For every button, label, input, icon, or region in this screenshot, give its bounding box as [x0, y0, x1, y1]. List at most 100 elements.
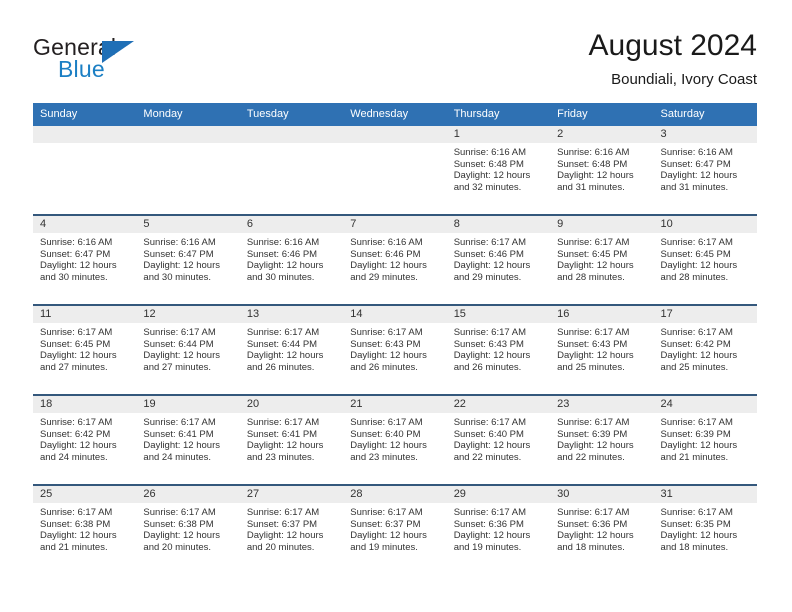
day-detail-line: Daylight: 12 hours — [453, 260, 531, 272]
day-number: 16 — [550, 306, 654, 323]
day-detail: Sunrise: 6:16 AM Sunset: 6:48 PM Daylight:… — [550, 143, 653, 193]
day-detail-line: and 21 minutes. — [660, 451, 729, 463]
triangle-flag-icon — [102, 41, 134, 63]
calendar-day-cell[interactable]: 19 Sunrise: 6:17 AM Sunset: 6:41 PM Dayligh… — [136, 394, 240, 485]
calendar-day-cell[interactable]: 25 Sunrise: 6:17 AM Sunset: 6:38 PM Dayligh… — [33, 484, 137, 574]
day-detail-line: Sunrise: 6:17 AM — [350, 417, 423, 428]
day-detail-line: Sunrise: 6:17 AM — [660, 507, 733, 518]
day-cell-inner: 5 Sunrise: 6:16 AM Sunset: 6:47 PM Daylight… — [136, 216, 240, 304]
day-detail-line: Sunset: 6:42 PM — [40, 428, 111, 440]
day-cell-inner: 30 Sunrise: 6:17 AM Sunset: 6:36 PM Dayligh… — [550, 486, 654, 574]
day-detail-line: Daylight: 12 hours — [143, 350, 220, 362]
calendar-day-cell[interactable]: 4 Sunrise: 6:16 AM Sunset: 6:47 PM Daylight… — [33, 214, 137, 305]
day-detail-line: and 30 minutes. — [143, 271, 212, 283]
day-detail-line: Sunrise: 6:17 AM — [143, 327, 216, 338]
day-number: 22 — [446, 396, 551, 413]
calendar-day-cell[interactable]: 3 Sunrise: 6:16 AM Sunset: 6:47 PM Daylight… — [653, 126, 757, 215]
day-number: 3 — [653, 126, 757, 143]
calendar-day-cell[interactable]: 28 Sunrise: 6:17 AM Sunset: 6:37 PM Dayligh… — [343, 484, 447, 574]
day-detail-line: Sunset: 6:46 PM — [453, 248, 524, 260]
day-detail: Sunrise: 6:17 AM Sunset: 6:40 PM Daylight:… — [447, 413, 550, 463]
day-detail-line: Sunrise: 6:17 AM — [557, 237, 630, 248]
calendar-day-cell[interactable]: 14 Sunrise: 6:17 AM Sunset: 6:43 PM Dayligh… — [343, 304, 447, 395]
day-detail-line: and 27 minutes. — [40, 361, 108, 373]
calendar-day-cell[interactable]: 23 Sunrise: 6:17 AM Sunset: 6:39 PM Dayligh… — [550, 394, 654, 485]
calendar-day-cell[interactable]: 17 Sunrise: 6:17 AM Sunset: 6:42 PM Dayligh… — [653, 304, 757, 395]
day-number: 13 — [239, 306, 344, 323]
calendar-day-cell[interactable]: 22 Sunrise: 6:17 AM Sunset: 6:40 PM Dayligh… — [446, 394, 551, 485]
sunrise-sunset-calendar: Sunday Monday Tuesday Wednesday Thursday Frid… — [33, 103, 757, 574]
calendar-day-cell[interactable]: 13 Sunrise: 6:17 AM Sunset: 6:44 PM Dayligh… — [239, 304, 344, 395]
calendar-day-cell[interactable]: 26 Sunrise: 6:17 AM Sunset: 6:38 PM Dayligh… — [136, 484, 240, 574]
day-detail: Sunrise: 6:17 AM Sunset: 6:36 PM Daylight:… — [447, 503, 550, 553]
calendar-day-cell[interactable]: 24 Sunrise: 6:17 AM Sunset: 6:39 PM Dayligh… — [653, 394, 757, 485]
day-detail — [33, 143, 136, 147]
calendar-day-cell[interactable]: 8 Sunrise: 6:17 AM Sunset: 6:46 PM Daylight… — [446, 214, 551, 305]
day-cell-inner: 23 Sunrise: 6:17 AM Sunset: 6:39 PM Dayligh… — [550, 396, 654, 484]
day-detail: Sunrise: 6:17 AM Sunset: 6:42 PM Daylight:… — [654, 323, 757, 373]
day-detail-line: and 29 minutes. — [453, 271, 522, 283]
weekday-header-sunday: Sunday — [33, 103, 137, 126]
calendar-day-cell[interactable]: 15 Sunrise: 6:17 AM Sunset: 6:43 PM Dayligh… — [446, 304, 551, 395]
calendar-day-cell[interactable]: 21 Sunrise: 6:17 AM Sunset: 6:40 PM Dayligh… — [343, 394, 447, 485]
calendar-day-cell[interactable]: 1 Sunrise: 6:16 AM Sunset: 6:48 PM Daylight… — [446, 126, 551, 215]
day-cell-inner: 31 Sunrise: 6:17 AM Sunset: 6:35 PM Dayligh… — [653, 486, 757, 574]
calendar-day-cell[interactable]: 12 Sunrise: 6:17 AM Sunset: 6:44 PM Dayligh… — [136, 304, 240, 395]
day-cell-inner: 3 Sunrise: 6:16 AM Sunset: 6:47 PM Daylight… — [653, 126, 757, 214]
day-detail-line: Daylight: 12 hours — [350, 530, 427, 542]
day-cell-inner: 27 Sunrise: 6:17 AM Sunset: 6:37 PM Dayligh… — [239, 486, 344, 574]
day-detail-line: and 28 minutes. — [557, 271, 625, 283]
day-detail: Sunrise: 6:17 AM Sunset: 6:38 PM Daylight:… — [33, 503, 136, 553]
day-cell-inner: 9 Sunrise: 6:17 AM Sunset: 6:45 PM Daylight… — [550, 216, 654, 304]
weekday-header-friday: Friday — [550, 103, 654, 126]
day-detail-line: Sunrise: 6:17 AM — [453, 327, 527, 338]
day-detail-line: and 21 minutes. — [40, 541, 108, 553]
calendar-day-cell[interactable]: 20 Sunrise: 6:17 AM Sunset: 6:41 PM Dayligh… — [239, 394, 344, 485]
general-blue-logo[interactable]: General Blue — [33, 34, 253, 90]
calendar-page: General Blue August 2024 Boundiali, Ivor… — [0, 0, 792, 612]
day-detail-line: and 29 minutes. — [350, 271, 418, 283]
day-detail-line: Sunrise: 6:17 AM — [40, 417, 113, 428]
calendar-day-cell[interactable]: 29 Sunrise: 6:17 AM Sunset: 6:36 PM Dayligh… — [446, 484, 551, 574]
day-detail-line: Sunset: 6:41 PM — [143, 428, 214, 440]
day-detail: Sunrise: 6:16 AM Sunset: 6:48 PM Daylight:… — [447, 143, 550, 193]
calendar-day-cell[interactable]: 16 Sunrise: 6:17 AM Sunset: 6:43 PM Dayligh… — [550, 304, 654, 395]
calendar-day-cell[interactable]: 30 Sunrise: 6:17 AM Sunset: 6:36 PM Dayligh… — [550, 484, 654, 574]
day-detail-line: Daylight: 12 hours — [350, 350, 427, 362]
calendar-day-cell[interactable]: 18 Sunrise: 6:17 AM Sunset: 6:42 PM Dayligh… — [33, 394, 137, 485]
day-number — [33, 126, 137, 143]
day-detail-line: Daylight: 12 hours — [557, 440, 634, 452]
day-cell-inner: 1 Sunrise: 6:16 AM Sunset: 6:48 PM Daylight… — [446, 126, 551, 214]
calendar-day-cell[interactable]: 7 Sunrise: 6:16 AM Sunset: 6:46 PM Daylight… — [343, 214, 447, 305]
calendar-day-cell[interactable]: 2 Sunrise: 6:16 AM Sunset: 6:48 PM Daylight… — [550, 126, 654, 215]
day-detail-line: Sunrise: 6:17 AM — [557, 417, 630, 428]
day-detail-line: Sunrise: 6:17 AM — [246, 507, 320, 518]
calendar-day-cell[interactable]: 5 Sunrise: 6:16 AM Sunset: 6:47 PM Daylight… — [136, 214, 240, 305]
day-detail-line: Sunrise: 6:17 AM — [40, 327, 113, 338]
day-detail-line: Sunset: 6:39 PM — [660, 428, 731, 440]
calendar-day-cell[interactable]: 9 Sunrise: 6:17 AM Sunset: 6:45 PM Daylight… — [550, 214, 654, 305]
day-detail-line: and 20 minutes. — [143, 541, 212, 553]
day-detail: Sunrise: 6:17 AM Sunset: 6:35 PM Daylight:… — [654, 503, 757, 553]
day-detail-line: Daylight: 12 hours — [660, 350, 738, 362]
day-number: 5 — [136, 216, 240, 233]
day-number: 20 — [239, 396, 344, 413]
day-detail-line: and 24 minutes. — [40, 451, 108, 463]
calendar-day-cell[interactable]: 31 Sunrise: 6:17 AM Sunset: 6:35 PM Dayligh… — [653, 484, 757, 574]
day-detail: Sunrise: 6:17 AM Sunset: 6:46 PM Daylight:… — [447, 233, 550, 283]
day-number: 1 — [446, 126, 551, 143]
day-detail-line: Sunrise: 6:16 AM — [557, 147, 630, 158]
calendar-day-cell[interactable]: 10 Sunrise: 6:17 AM Sunset: 6:45 PM Dayligh… — [653, 214, 757, 305]
day-number: 19 — [136, 396, 240, 413]
calendar-day-cell[interactable]: 11 Sunrise: 6:17 AM Sunset: 6:45 PM Dayligh… — [33, 304, 137, 395]
day-detail-line: and 18 minutes. — [660, 541, 729, 553]
day-detail-line: Sunrise: 6:17 AM — [40, 507, 113, 518]
day-detail-line: and 31 minutes. — [557, 181, 625, 193]
day-detail: Sunrise: 6:17 AM Sunset: 6:45 PM Daylight:… — [33, 323, 136, 373]
day-cell-inner: 18 Sunrise: 6:17 AM Sunset: 6:42 PM Dayligh… — [33, 396, 137, 484]
day-cell-inner: 7 Sunrise: 6:16 AM Sunset: 6:46 PM Daylight… — [343, 216, 447, 304]
day-detail-line: Daylight: 12 hours — [557, 350, 634, 362]
day-number: 26 — [136, 486, 240, 503]
calendar-day-cell[interactable]: 6 Sunrise: 6:16 AM Sunset: 6:46 PM Daylight… — [239, 214, 344, 305]
calendar-day-cell[interactable]: 27 Sunrise: 6:17 AM Sunset: 6:37 PM Dayligh… — [239, 484, 344, 574]
